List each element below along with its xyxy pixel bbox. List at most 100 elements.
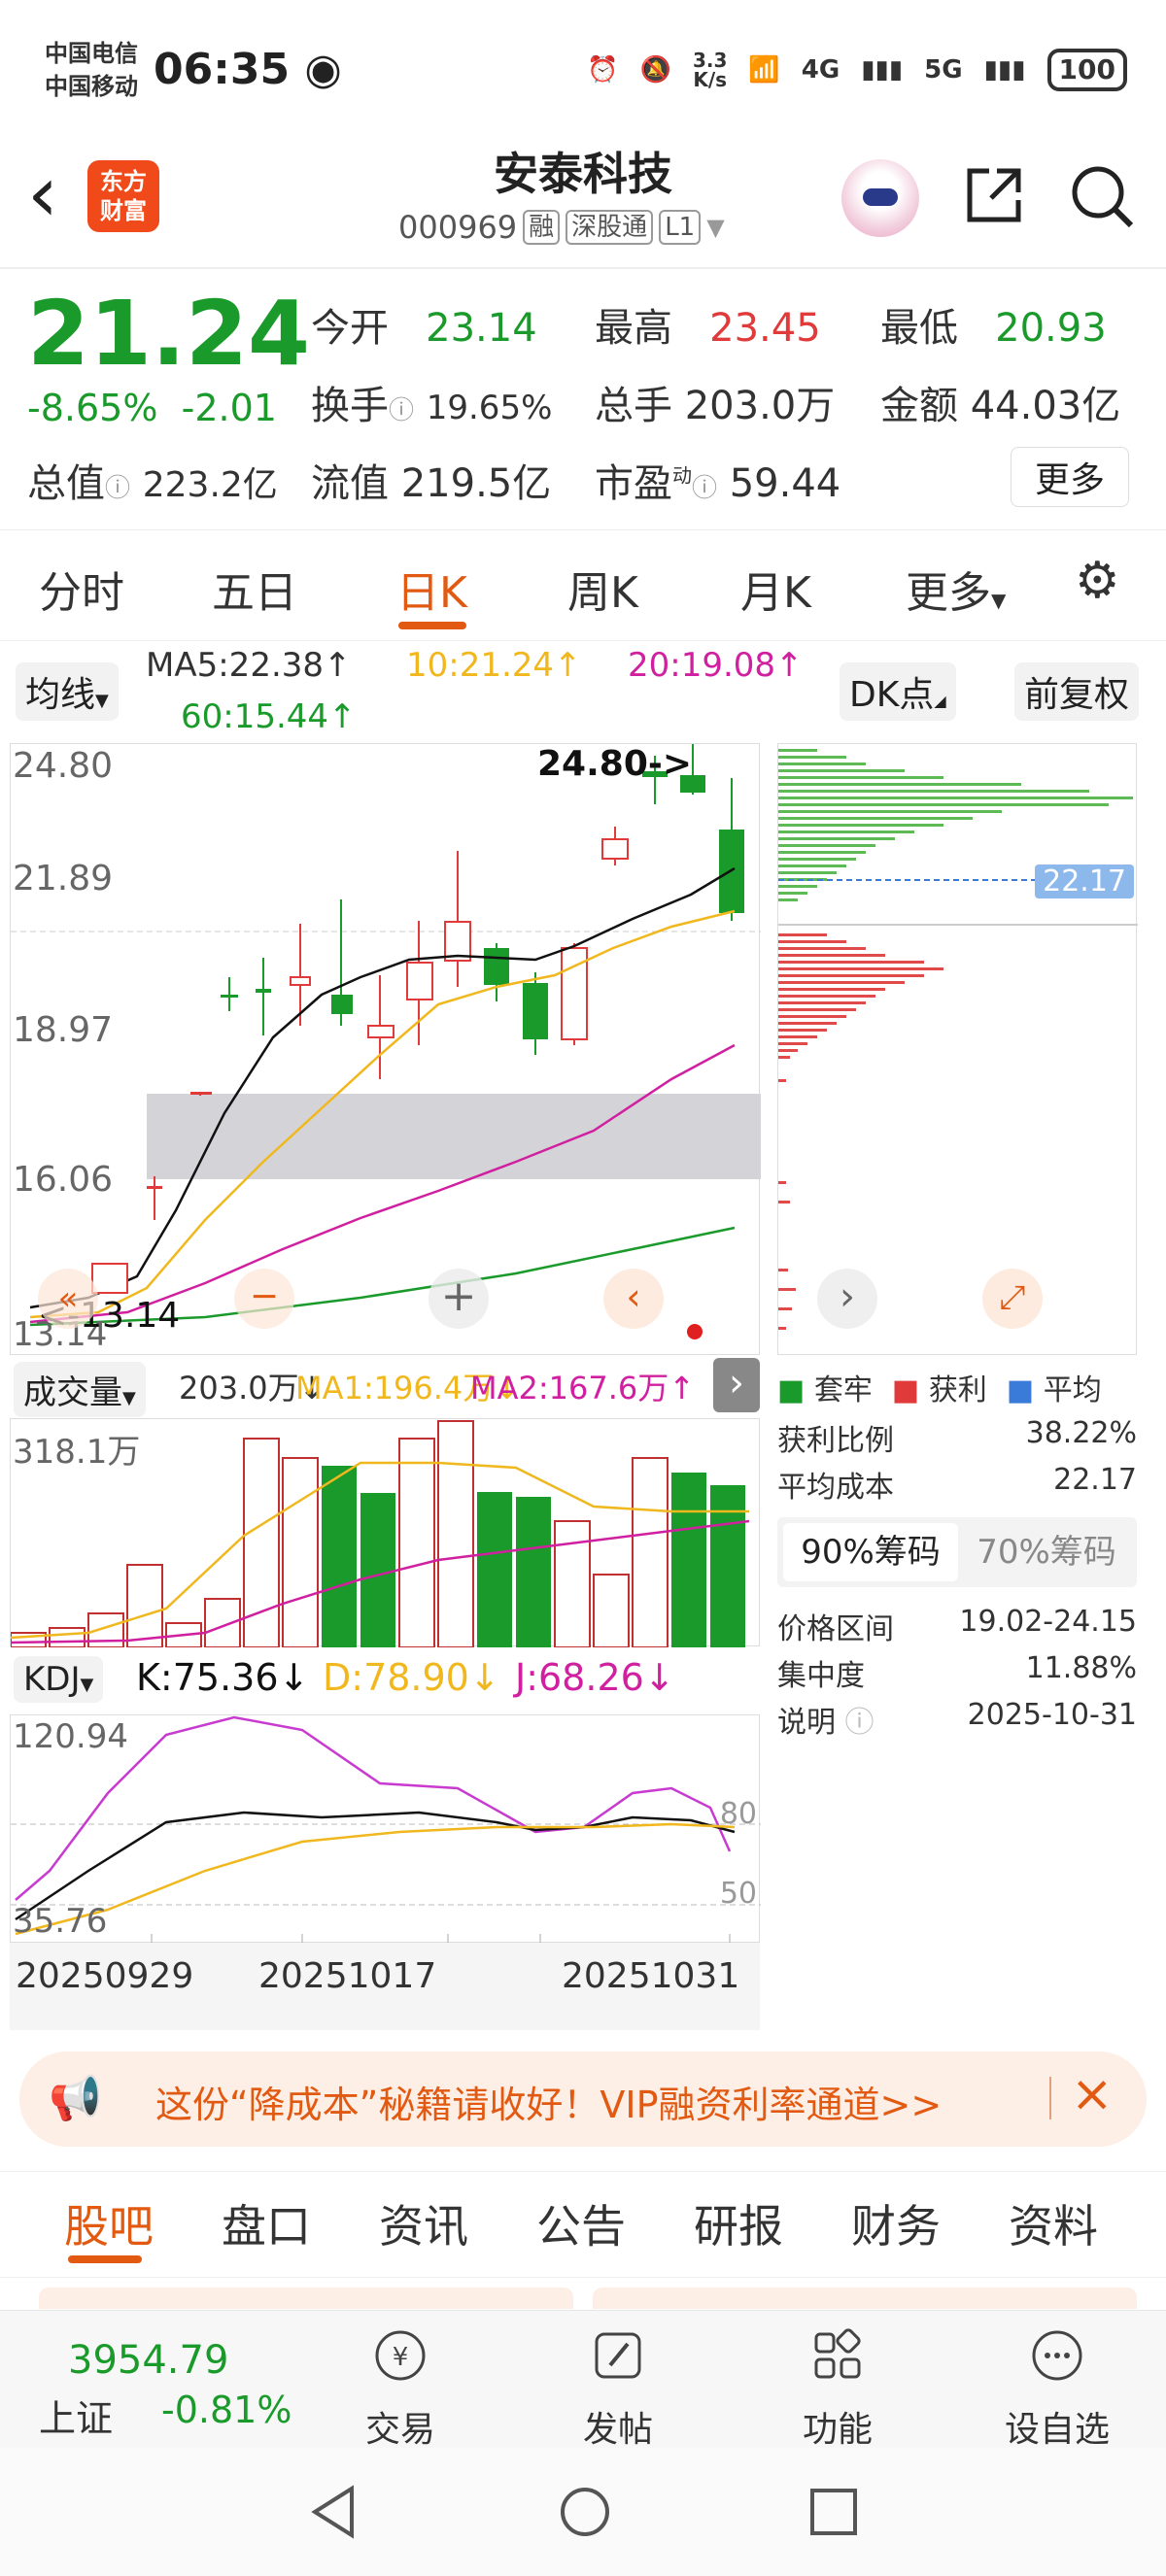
tab-announce[interactable]: 公告 bbox=[536, 2191, 626, 2255]
active-tab-underline bbox=[398, 622, 466, 629]
chip-svg bbox=[778, 749, 1138, 1330]
stock-code-row[interactable]: 000969 融 深股通 L1 ▼ bbox=[398, 209, 725, 246]
dk-point-button[interactable]: DK点◢ bbox=[840, 662, 956, 721]
info-icon[interactable]: ⓘ bbox=[389, 396, 414, 425]
tab-profile[interactable]: 资料 bbox=[1009, 2191, 1098, 2255]
chip-row-label: 说明 bbox=[777, 1706, 836, 1740]
amount-value: 44.03亿 bbox=[970, 384, 1121, 428]
signal-icon-2: ▮▮▮ bbox=[983, 55, 1026, 85]
volume-chart[interactable]: 318.1万 bbox=[10, 1418, 760, 1648]
mute-icon: 🔕 bbox=[639, 55, 671, 85]
expand-panel-icon[interactable]: › bbox=[713, 1358, 760, 1412]
battery-icon: 100 bbox=[1046, 49, 1127, 91]
tab-more-label: 更多 bbox=[906, 568, 991, 618]
avg-cost-badge: 22.17 bbox=[1035, 864, 1134, 898]
turnover-label: 换手 bbox=[311, 384, 389, 428]
info-icon[interactable]: ⓘ bbox=[845, 1706, 874, 1740]
nav-home-icon[interactable] bbox=[558, 2485, 612, 2539]
settings-gear-icon[interactable]: ⚙ bbox=[1075, 552, 1120, 610]
info-icon[interactable]: ⓘ bbox=[105, 474, 130, 503]
kdj-chart[interactable]: 120.94 35.76 80 50 bbox=[10, 1714, 761, 1944]
volume-selector[interactable]: 成交量▼ bbox=[14, 1362, 146, 1417]
search-icon[interactable] bbox=[1069, 163, 1137, 231]
chip-distribution[interactable]: 22.17 › ⤢ bbox=[777, 743, 1138, 1355]
index-value[interactable]: 3954.79 bbox=[68, 2338, 228, 2383]
low-label: 最低 bbox=[880, 306, 958, 351]
promo-banner[interactable]: 📢 这份“降成本”秘籍请收好！VIP融资利率通道>> × bbox=[19, 2051, 1147, 2147]
zoom-in-icon[interactable]: + bbox=[429, 1269, 489, 1329]
chip-row-label: 平均成本 bbox=[777, 1471, 894, 1505]
pe-value: 59.44 bbox=[729, 461, 841, 506]
tab-chip-70[interactable]: 70%筹码 bbox=[962, 1523, 1131, 1581]
kdj-50: 50 bbox=[719, 1877, 757, 1911]
tab-finance[interactable]: 财务 bbox=[851, 2191, 941, 2255]
turnover-row: 换手ⓘ 19.65% bbox=[311, 374, 552, 430]
candle bbox=[256, 958, 271, 1035]
tab-pankou[interactable]: 盘口 bbox=[222, 2191, 311, 2255]
kdj-y-max: 120.94 bbox=[13, 1717, 128, 1756]
ma-selector[interactable]: 均线▼ bbox=[16, 662, 119, 721]
more-button[interactable]: 更多 bbox=[1011, 447, 1130, 507]
system-navbar bbox=[0, 2448, 1166, 2576]
legend-profit: ■ 获利 bbox=[891, 1373, 987, 1407]
close-icon[interactable]: × bbox=[1071, 2065, 1114, 2123]
chip-next-icon[interactable]: › bbox=[817, 1269, 877, 1329]
change-row: -8.65% -2.01 bbox=[27, 387, 277, 429]
prev-icon[interactable]: ‹ bbox=[603, 1269, 664, 1329]
trade-button[interactable]: ¥ 交易 bbox=[332, 2326, 468, 2452]
y-label-3: 18.97 bbox=[13, 1010, 114, 1050]
adjust-button[interactable]: 前复权 bbox=[1014, 662, 1140, 721]
tab-chip-90[interactable]: 90%筹码 bbox=[783, 1523, 958, 1581]
zoom-out-icon[interactable]: − bbox=[234, 1269, 294, 1329]
megaphone-icon: 📢 bbox=[49, 2074, 102, 2123]
tab-monthly-k[interactable]: 月K bbox=[740, 558, 811, 620]
carrier-1: 中国电信 bbox=[45, 40, 138, 67]
open-label: 今开 bbox=[311, 306, 389, 351]
kdj-80: 80 bbox=[719, 1797, 757, 1831]
signal-icon: ▮▮▮ bbox=[861, 55, 904, 85]
candle bbox=[91, 1263, 128, 1294]
expand-icon[interactable]: ⤢ bbox=[982, 1269, 1043, 1329]
tab-weekly-k[interactable]: 周K bbox=[567, 558, 638, 620]
tab-research[interactable]: 研报 bbox=[694, 2191, 783, 2255]
rewind-icon[interactable]: « bbox=[38, 1269, 98, 1329]
tab-daily-k[interactable]: 日K bbox=[396, 558, 467, 620]
chip-tabs: 90%筹码 70%筹码 bbox=[777, 1517, 1137, 1587]
kline-chart[interactable]: 24.80 21.89 18.97 16.06 13.14 24.80-> <-… bbox=[10, 743, 761, 1355]
info-icon[interactable]: ⓘ bbox=[692, 474, 717, 503]
signal-dot bbox=[687, 1324, 703, 1339]
change-pct: -8.65% bbox=[27, 387, 158, 429]
nav-back-icon[interactable] bbox=[309, 2485, 358, 2539]
tab-5day[interactable]: 五日 bbox=[212, 558, 297, 620]
volume-label: 总手 bbox=[595, 384, 672, 428]
vol-y-max: 318.1万 bbox=[13, 1433, 141, 1472]
share-icon[interactable] bbox=[962, 163, 1026, 227]
volume-selector-label: 成交量 bbox=[23, 1373, 122, 1412]
function-button[interactable]: 功能 bbox=[770, 2326, 906, 2452]
range-band bbox=[147, 1094, 761, 1179]
kdj-d: D:78.90↓ bbox=[323, 1656, 500, 1699]
y-label-top: 24.80 bbox=[13, 746, 114, 786]
kdj-selector[interactable]: KDJ▼ bbox=[14, 1656, 104, 1703]
watchlist-button[interactable]: 设自选 bbox=[989, 2326, 1125, 2452]
candle bbox=[444, 851, 471, 987]
amount-row: 金额 44.03亿 bbox=[880, 374, 1120, 430]
date-1: 20250929 bbox=[16, 1956, 194, 1996]
ma-selector-label: 均线 bbox=[25, 675, 96, 715]
kdj-k: K:75.36↓ bbox=[136, 1656, 310, 1699]
high-row: 最高 23.45 bbox=[595, 296, 821, 353]
carrier-info: 中国电信 中国移动 bbox=[45, 37, 138, 103]
tab-more[interactable]: 更多▼ bbox=[906, 558, 1006, 620]
float-row: 流值 219.5亿 bbox=[311, 452, 551, 508]
open-row: 今开 23.14 bbox=[311, 296, 537, 353]
tab-intraday[interactable]: 分时 bbox=[39, 558, 124, 620]
tab-news[interactable]: 资讯 bbox=[379, 2191, 468, 2255]
float-label: 流值 bbox=[311, 461, 389, 506]
tab-guba[interactable]: 股吧 bbox=[64, 2191, 154, 2255]
chip-row-label: 集中度 bbox=[777, 1659, 865, 1693]
post-button[interactable]: 发帖 bbox=[550, 2326, 686, 2452]
assistant-avatar[interactable] bbox=[841, 159, 919, 237]
net-speed: 3.3 K/s bbox=[693, 51, 727, 89]
legend-avg-label: 平均 bbox=[1043, 1373, 1102, 1407]
nav-recents-icon[interactable] bbox=[808, 2487, 859, 2537]
